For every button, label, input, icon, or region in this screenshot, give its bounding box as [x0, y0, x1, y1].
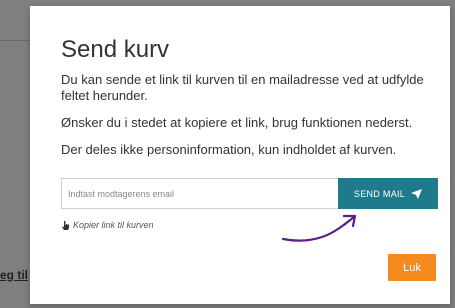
background-link-text: eg til — [0, 268, 29, 282]
send-mail-label: SEND MAIL — [353, 188, 406, 199]
send-arrow-icon — [411, 188, 423, 199]
copy-basket-link[interactable]: Kopier link til kurven — [61, 220, 154, 230]
modal-privacy-note: Der deles ikke personinformation, kun in… — [61, 142, 397, 157]
recipient-email-input[interactable] — [61, 178, 338, 209]
modal-copy-hint: Ønsker du i stedet at kopiere et link, b… — [61, 115, 413, 130]
hand-drawn-arrow-annotation — [281, 214, 357, 242]
hand-pointer-icon — [62, 220, 69, 230]
modal-description: Du kan sende et link til kurven til en m… — [61, 72, 424, 103]
modal-title: Send kurv — [61, 36, 170, 63]
close-button[interactable]: Luk — [388, 254, 436, 281]
send-basket-modal: Send kurv Du kan sende et link til kurve… — [30, 6, 450, 304]
email-form: SEND MAIL — [61, 178, 438, 211]
background-divider — [0, 40, 30, 41]
copy-link-label: Kopier link til kurven — [73, 220, 154, 230]
send-mail-button[interactable]: SEND MAIL — [338, 178, 438, 209]
